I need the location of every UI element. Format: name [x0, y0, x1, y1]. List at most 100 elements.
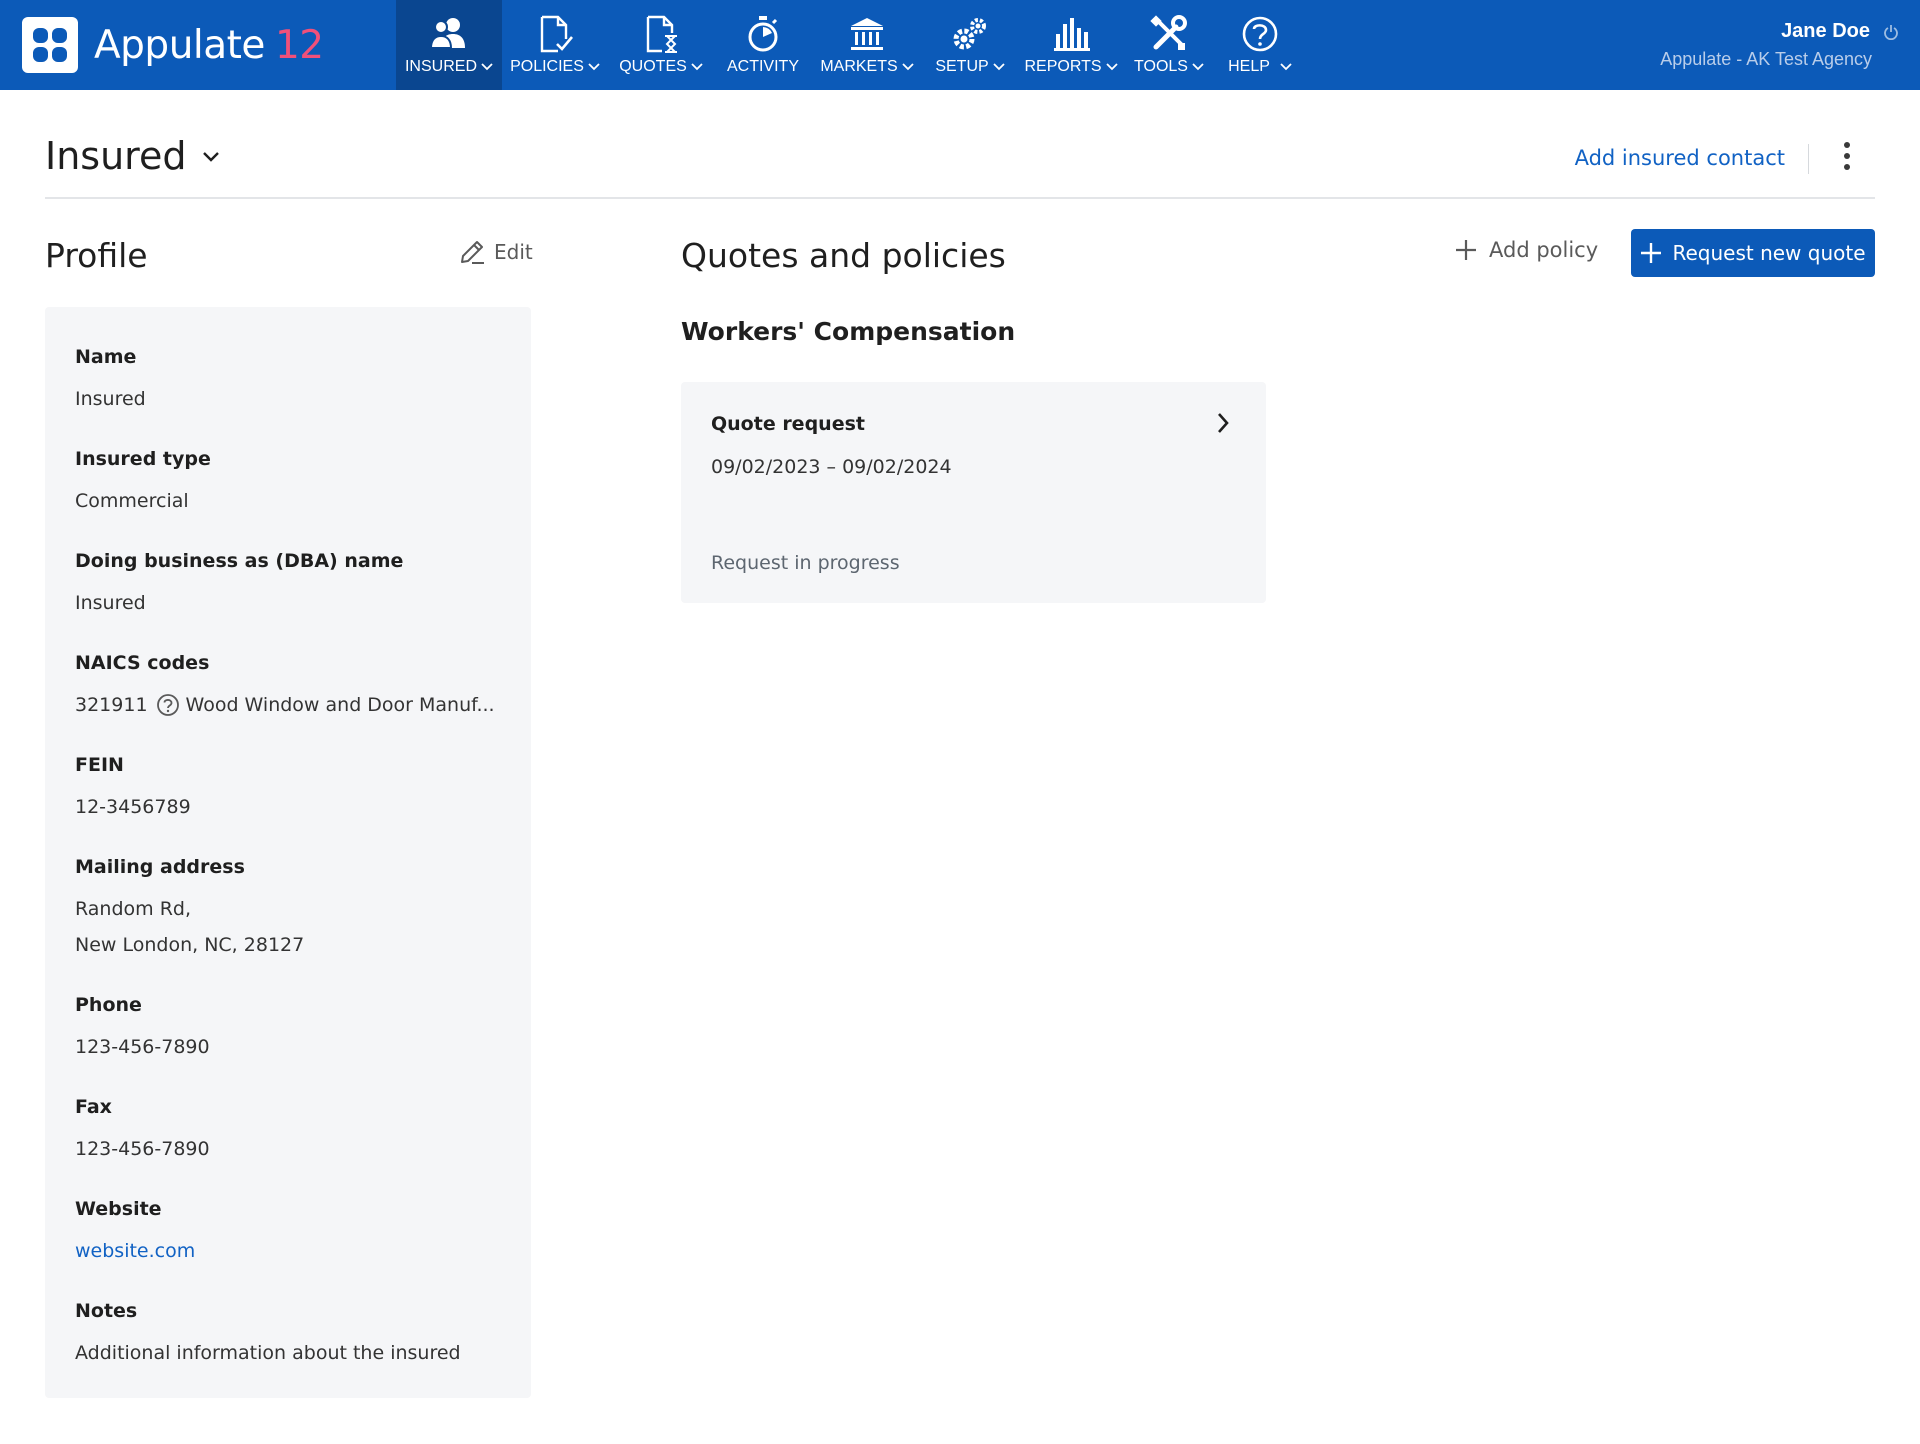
nav-label-reports: REPORTS: [1024, 58, 1102, 75]
profile-card: Name Insured Insured type Commercial Doi…: [45, 307, 531, 1398]
field-value: 123-456-7890: [75, 1138, 210, 1160]
help-tooltip-icon[interactable]: [156, 693, 180, 717]
version-text: 12: [274, 22, 324, 68]
website-link[interactable]: website.com: [75, 1239, 501, 1263]
field-label: FEIN: [75, 754, 124, 776]
address-line-2: New London, NC, 28127: [75, 934, 305, 956]
user-name: Jane Doe: [1781, 20, 1870, 42]
edit-profile-button[interactable]: Edit: [458, 238, 533, 266]
field-label: Website: [75, 1198, 162, 1220]
field-notes: Notes Additional information about the i…: [75, 1299, 501, 1401]
field-value: Insured: [75, 388, 146, 410]
nav-item-policies[interactable]: POLICIES: [502, 0, 608, 90]
quote-card-status: Request in progress: [711, 552, 900, 574]
field-naics: NAICS codes 321911 Wood Window and Door …: [75, 651, 501, 753]
nav-item-reports[interactable]: REPORTS: [1018, 0, 1124, 90]
field-value: 123-456-7890: [75, 1036, 210, 1058]
wrench-screwdriver-icon: [1149, 14, 1189, 54]
more-options-icon[interactable]: [1843, 142, 1851, 176]
profile-title: Profile: [45, 236, 148, 275]
nav-item-tools[interactable]: TOOLS: [1124, 0, 1214, 90]
request-new-quote-button[interactable]: Request new quote: [1631, 229, 1875, 277]
quote-card-dates: 09/02/2023 – 09/02/2024: [711, 456, 952, 478]
add-policy-button[interactable]: Add policy: [1455, 238, 1598, 262]
nav-label-policies: POLICIES: [510, 58, 584, 75]
field-phone: Phone 123-456-7890: [75, 993, 501, 1095]
nav-item-setup[interactable]: SETUP: [922, 0, 1018, 90]
user-menu[interactable]: Jane Doe Appulate - AK Test Agency: [1660, 20, 1898, 70]
chevron-down-icon: [203, 151, 220, 162]
plus-icon: [1456, 240, 1476, 260]
field-value: Insured: [75, 592, 146, 614]
field-label: Name: [75, 346, 137, 368]
field-label: Fax: [75, 1096, 112, 1118]
field-insured-type: Insured type Commercial: [75, 447, 501, 549]
field-label: Mailing address: [75, 856, 245, 878]
address-line-1: Random Rd,: [75, 898, 192, 920]
add-insured-contact-link[interactable]: Add insured contact: [1575, 146, 1785, 170]
nav-item-activity[interactable]: ACTIVITY: [714, 0, 812, 90]
power-logout-icon[interactable]: [1884, 24, 1898, 40]
field-label: NAICS codes: [75, 652, 210, 674]
field-name: Name Insured: [75, 345, 501, 447]
field-dba: Doing business as (DBA) name Insured: [75, 549, 501, 651]
request-quote-label: Request new quote: [1672, 241, 1866, 265]
app-name: Appulate 12: [94, 23, 324, 68]
quotes-policies-title: Quotes and policies: [681, 236, 1006, 275]
chevron-down-icon: [1280, 63, 1292, 71]
gears-icon: [950, 14, 990, 54]
page-title: Insured: [45, 134, 187, 178]
line-of-business-title: Workers' Compensation: [681, 317, 1016, 346]
chevron-down-icon: [1105, 63, 1118, 71]
top-navigation-bar: Appulate 12 INSURED POLICIES QUOTES ACTI…: [0, 0, 1920, 90]
quote-document-hourglass-icon: [641, 14, 681, 54]
edit-label: Edit: [494, 240, 533, 264]
field-value: Commercial: [75, 490, 189, 512]
naics-code: 321911: [75, 694, 148, 716]
policy-document-check-icon: [535, 14, 575, 54]
chevron-down-icon: [481, 63, 493, 71]
brand-text: Appulate: [94, 22, 265, 68]
field-value: 12-3456789: [75, 796, 191, 818]
chevron-down-icon: [691, 63, 703, 71]
user-agency: Appulate - AK Test Agency: [1660, 49, 1872, 69]
quote-card-title: Quote request: [711, 413, 865, 435]
insured-selector[interactable]: Insured: [45, 134, 220, 178]
field-fax: Fax 123-456-7890: [75, 1095, 501, 1197]
field-label: Notes: [75, 1300, 138, 1322]
nav-label-help: HELP: [1228, 58, 1270, 75]
field-label: Insured type: [75, 448, 211, 470]
naics-description: Wood Window and Door Manuf...: [185, 694, 495, 716]
quote-request-card[interactable]: Quote request 09/02/2023 – 09/02/2024 Re…: [681, 382, 1266, 603]
field-value: Additional information about the insured: [75, 1342, 461, 1364]
plus-icon: [1641, 243, 1662, 263]
chevron-down-icon: [902, 63, 914, 71]
header-divider: [1808, 144, 1809, 174]
nav-label-setup: SETUP: [935, 58, 989, 75]
app-logo[interactable]: Appulate 12: [22, 17, 324, 73]
chevron-down-icon: [1192, 63, 1204, 71]
nav-item-insured[interactable]: INSURED: [396, 0, 502, 90]
nav-item-help[interactable]: HELP: [1214, 0, 1306, 90]
pencil-edit-icon: [461, 241, 484, 264]
bank-building-icon: [847, 14, 887, 54]
page-header: Insured Add insured contact: [45, 90, 1875, 199]
nav-item-markets[interactable]: MARKETS: [812, 0, 922, 90]
question-circle-icon: [1240, 14, 1280, 54]
field-mailing-address: Mailing address Random Rd, New London, N…: [75, 855, 501, 993]
nav-label-insured: INSURED: [404, 58, 477, 75]
add-policy-label: Add policy: [1489, 238, 1599, 262]
nav-label-tools: TOOLS: [1134, 58, 1188, 75]
field-label: Doing business as (DBA) name: [75, 550, 404, 572]
main-nav: INSURED POLICIES QUOTES ACTIVITY MARKETS…: [396, 0, 1306, 90]
clover-logo-icon: [22, 17, 78, 73]
field-fein: FEIN 12-3456789: [75, 753, 501, 855]
nav-label-markets: MARKETS: [820, 58, 898, 75]
field-label: Phone: [75, 994, 142, 1016]
chevron-down-icon: [993, 63, 1005, 71]
chevron-down-icon: [588, 63, 600, 71]
field-website: Website website.com: [75, 1197, 501, 1299]
insured-users-icon: [429, 14, 469, 54]
stopwatch-icon: [743, 14, 783, 54]
nav-item-quotes[interactable]: QUOTES: [608, 0, 714, 90]
